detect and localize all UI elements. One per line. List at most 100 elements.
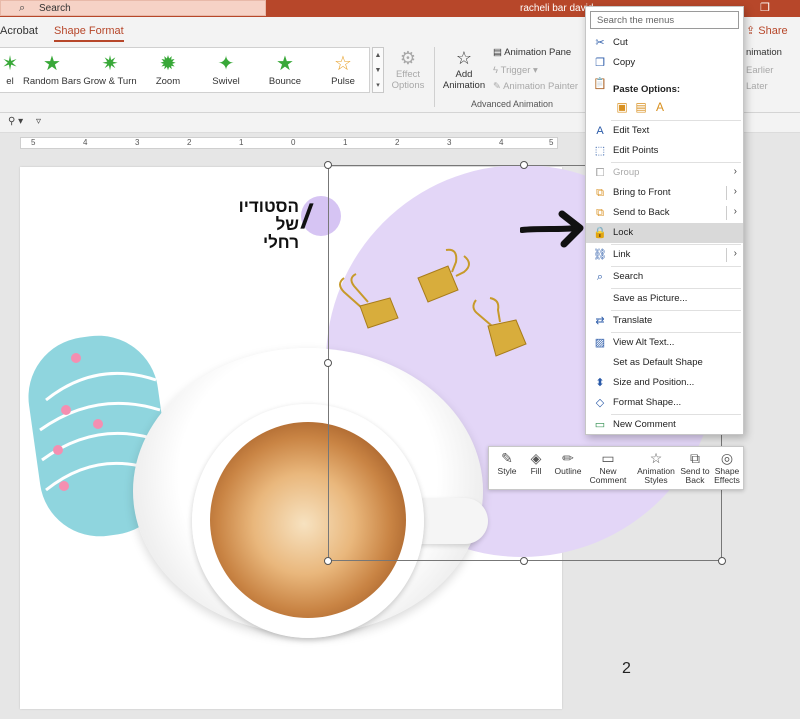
animation-gallery: ✶ el ★ Random Bars ✷ Grow & Turn ✹ Zoom ✦ Swi… [0, 47, 370, 93]
comment-icon: ▭ [601, 450, 615, 466]
paste-use-destination-icon[interactable]: ▣ [614, 99, 630, 115]
menu-item-view-alt-text[interactable]: ▨ View Alt Text... [586, 333, 743, 353]
clipboard-icon: 📋 [593, 78, 607, 90]
size-position-icon: ⬍ [595, 377, 605, 389]
animation-zoom[interactable]: ✹ Zoom [138, 52, 198, 87]
swivel-icon: ✦ [217, 53, 235, 75]
add-animation-icon: ☆ [455, 48, 473, 68]
paste-keep-text-icon[interactable]: A [652, 99, 668, 115]
advanced-animation-label: Advanced Animation [471, 99, 554, 109]
send-to-back-icon: ⧉ [690, 450, 700, 466]
effect-options-button[interactable]: ⚙ Effect Options [388, 47, 428, 91]
paste-picture-icon[interactable]: ▤ [633, 99, 649, 115]
fill-button[interactable]: ◈ Fill [525, 449, 547, 476]
animation-random-bars[interactable]: ★ Random Bars [22, 52, 82, 87]
animation-styles-button[interactable]: ☆ Animation Styles [633, 449, 679, 485]
search-icon: ⌕ [596, 271, 604, 283]
ruler-label: 1 [343, 138, 348, 147]
accessibility-icon[interactable]: ⚲ ▾ [8, 116, 23, 127]
chevron-right-icon[interactable]: › [734, 186, 737, 197]
style-button[interactable]: ✎ Style [495, 449, 519, 476]
fill-icon: ◈ [530, 450, 542, 466]
scroll-down-icon[interactable]: ▼ [373, 63, 383, 78]
resize-handle[interactable] [718, 557, 726, 565]
menu-item-new-comment[interactable]: ▭ New Comment [586, 415, 743, 435]
menu-item-edit-text[interactable]: A Edit Text [586, 121, 743, 141]
ruler-label: 0 [291, 138, 296, 147]
menu-item-bring-to-front[interactable]: ⧉ Bring to Front › [586, 183, 743, 203]
paste-options-icons: ▣ ▤ A [614, 99, 671, 115]
ruler-label: 4 [83, 138, 88, 147]
new-comment-button[interactable]: ▭ New Comment [589, 449, 627, 485]
alt-text-icon: ▨ [594, 337, 606, 349]
menu-search-input[interactable]: Search the menus [590, 11, 739, 29]
tab-acrobat[interactable]: Acrobat [0, 25, 38, 37]
animation-pane-icon: ▤ [493, 47, 502, 58]
paste-options-label: Paste Options: [613, 84, 681, 95]
menu-item-size-and-position[interactable]: ⬍ Size and Position... [586, 373, 743, 393]
add-animation-button[interactable]: ☆ Add Animation [440, 47, 488, 91]
menu-item-cut[interactable]: ✂ Cut [586, 33, 743, 53]
effect-options-icon: ⚙ [399, 48, 417, 68]
search-placeholder: Search [39, 3, 71, 14]
grow-turn-icon: ✷ [101, 53, 119, 75]
move-earlier-button[interactable]: Earlier [746, 65, 773, 76]
animation-painter-icon: ✎ [493, 81, 501, 92]
animation-painter-button[interactable]: ✎ Animation Painter [493, 81, 578, 92]
gallery-scroll[interactable]: ▲ ▼ ▾ [372, 47, 384, 93]
move-later-button[interactable]: Later [746, 81, 768, 92]
ruler-label: 4 [499, 138, 504, 147]
restore-window-icon[interactable]: ❐ [760, 1, 770, 14]
animation-bounce[interactable]: ★ Bounce [255, 52, 315, 87]
bring-to-front-icon: ⧉ [596, 187, 604, 199]
animation-swivel[interactable]: ✦ Swivel [196, 52, 256, 87]
outline-button[interactable]: ✏ Outline [551, 449, 585, 476]
ruler-label: 3 [135, 138, 140, 147]
animation-pane-button[interactable]: ▤ Animation Pane [493, 47, 571, 58]
copy-icon: ❐ [595, 57, 605, 69]
scissors-icon: ✂ [595, 37, 605, 49]
ribbon-separator [434, 47, 435, 107]
translate-icon: ⇄ [595, 315, 605, 327]
group-icon: ⧠ [595, 167, 605, 179]
trigger-button[interactable]: ϟ Trigger ▾ [493, 65, 538, 76]
new-comment-icon: ▭ [594, 419, 606, 431]
send-to-back-icon: ⧉ [596, 207, 604, 219]
trigger-icon: ϟ [493, 65, 499, 76]
lock-icon: 🔒 [593, 227, 607, 239]
chevron-right-icon[interactable]: › [734, 248, 737, 259]
ruler-label: 5 [549, 138, 554, 147]
menu-item-translate[interactable]: ⇄ Translate [586, 311, 743, 331]
scroll-up-icon[interactable]: ▲ [373, 48, 383, 63]
menu-item-format-shape[interactable]: ◇ Format Shape... [586, 393, 743, 413]
search-icon: ⌕ [19, 2, 26, 14]
share-button[interactable]: ⇪ Share [746, 24, 788, 37]
tab-shape-format[interactable]: Shape Format [54, 25, 124, 42]
menu-item-lock[interactable]: 🔒 Lock [586, 223, 743, 243]
ruler-label: 3 [447, 138, 452, 147]
search-box[interactable]: ⌕ Search [0, 0, 266, 16]
chevron-right-icon[interactable]: › [734, 206, 737, 217]
page-number: 2 [622, 660, 631, 677]
animation-pulse[interactable]: ☆ Pulse [313, 52, 373, 87]
menu-item-group[interactable]: ⧠ Group › [586, 163, 743, 183]
customize-qat-icon[interactable]: ▿ [36, 116, 41, 127]
ruler-label: 2 [187, 138, 192, 147]
menu-item-send-to-back[interactable]: ⧉ Send to Back › [586, 203, 743, 223]
slide-canvas[interactable] [20, 167, 562, 709]
share-label: Share [758, 25, 788, 37]
menu-item-set-default-shape[interactable]: Set as Default Shape [586, 353, 743, 373]
send-to-back-mini-button[interactable]: ⧉ Send to Back [679, 449, 711, 485]
menu-item-copy[interactable]: ❐ Copy [586, 53, 743, 73]
gallery-more-icon[interactable]: ▾ [373, 78, 383, 93]
menu-item-search[interactable]: ⌕ Search [586, 267, 743, 287]
submenu-divider [726, 186, 727, 200]
shape-effects-button[interactable]: ◎ Shape Effects [711, 449, 743, 485]
horizontal-ruler: 5 4 3 2 1 0 1 2 3 4 5 [20, 137, 558, 149]
menu-item-link[interactable]: ⛓ Link › [586, 245, 743, 265]
menu-item-save-as-picture[interactable]: Save as Picture... [586, 289, 743, 309]
submenu-divider [726, 206, 727, 220]
animation-grow-turn[interactable]: ✷ Grow & Turn [80, 52, 140, 87]
user-name[interactable]: racheli bar david [520, 3, 593, 14]
menu-item-edit-points[interactable]: ⬚ Edit Points [586, 141, 743, 161]
